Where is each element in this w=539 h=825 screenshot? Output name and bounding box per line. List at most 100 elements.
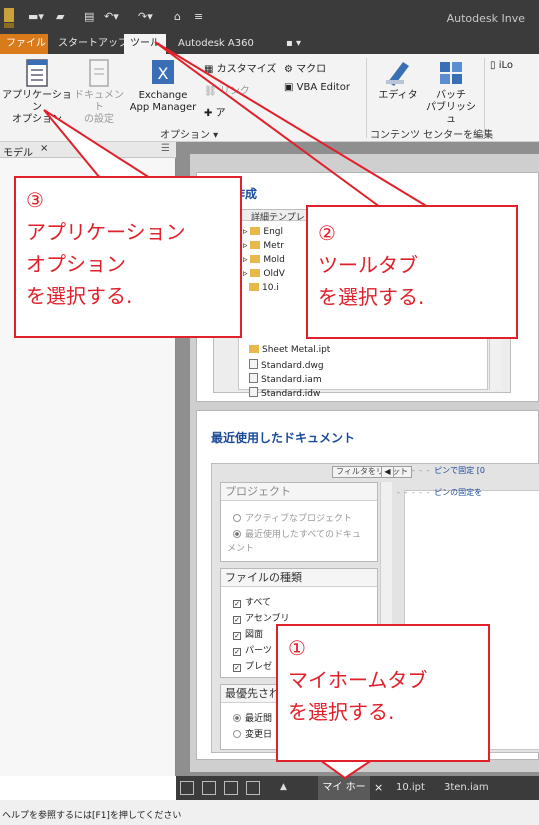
filetype-label: パーツ: [245, 646, 272, 656]
new-icon[interactable]: ▬▾: [28, 10, 44, 23]
customize-label: カスタマイズ: [216, 64, 277, 75]
project-active-radio[interactable]: アクティブなプロジェクト: [233, 511, 352, 524]
add-in-label: ア: [215, 108, 226, 119]
customize-button[interactable]: ▦ カスタマイズ: [204, 60, 276, 75]
filetype-label: すべて: [245, 598, 272, 608]
application-options-button[interactable]: アプリケーション オプション: [2, 58, 72, 126]
title-bar: ▬▾ ▰ ▤ ↶▾ ↷▾ ⌂ ≡ Autodesk Inve: [0, 0, 539, 34]
list-item[interactable]: 10.i: [249, 283, 279, 293]
redo-icon[interactable]: ↷▾: [138, 10, 153, 23]
drawing-file-icon: [249, 359, 258, 369]
recent-documents-title: 最近使用したドキュメント: [211, 431, 356, 445]
pinned-header: - - - - - ピンで固定 [0: [397, 466, 485, 475]
priority-recent-radio[interactable]: 最近間: [233, 711, 272, 724]
expand-icon: ▹: [243, 227, 251, 237]
link-label: リンク: [219, 86, 250, 97]
filetype-presentation-checkbox[interactable]: ✓ プレゼ: [233, 659, 272, 672]
filetype-label: 図面: [245, 630, 264, 640]
document-tabs: ▲ マイ ホーム × 10.ipt 3ten.iam: [176, 776, 539, 817]
application-options-label-1: アプリケーション: [2, 90, 72, 113]
list-item[interactable]: Sheet Metal.ipt: [249, 345, 330, 355]
checkbox-checked-icon: ✓: [233, 664, 241, 672]
link-button[interactable]: ⛓ リンク: [204, 82, 250, 97]
tile-icon[interactable]: [202, 781, 216, 795]
list-item[interactable]: ▹ Mold: [243, 255, 285, 265]
project-all-radio[interactable]: 最近使用したすべてのドキュ: [233, 527, 361, 540]
editor-button[interactable]: エディタ: [374, 56, 422, 102]
close-icon[interactable]: ×: [374, 781, 383, 794]
filetype-label: アセンブリ: [245, 614, 290, 624]
callout-my-home-tab: ① マイホームタブ を選択する.: [276, 624, 490, 762]
list-item[interactable]: ▹ Engl: [243, 227, 283, 237]
sheet-metal-icon: [249, 345, 259, 353]
batch-publish-icon: [440, 62, 462, 84]
list-item[interactable]: Standard.dwg: [249, 359, 324, 371]
svg-text:X: X: [158, 64, 169, 83]
expand-icon: ▹: [243, 269, 251, 279]
document-settings-label-2: の設定: [84, 114, 114, 125]
undo-icon[interactable]: ↶▾: [104, 10, 119, 23]
status-text: ヘルプを参照するには[F1]を押してください: [2, 811, 182, 821]
priority-modified-radio[interactable]: 変更日: [233, 727, 272, 740]
macro-button[interactable]: ⚙ マクロ: [284, 60, 326, 75]
tab-more[interactable]: ▪ ▾: [280, 34, 307, 54]
cascade-icon[interactable]: [180, 781, 194, 795]
collapse-filter-button[interactable]: ◀: [381, 466, 394, 478]
folder-label: OldV: [263, 269, 285, 279]
filetype-drawing-checkbox[interactable]: ✓ 図面: [233, 627, 263, 640]
vba-editor-button[interactable]: ▣ VBA Editor: [284, 82, 350, 93]
list-item[interactable]: ▹ OldV: [243, 269, 285, 279]
tab-3ten-iam[interactable]: 3ten.iam: [444, 782, 489, 793]
model-menu-icon[interactable]: ☰: [161, 143, 170, 154]
tab-file[interactable]: ファイル: [0, 34, 48, 54]
callout2-line2: ツールタブ: [318, 253, 418, 277]
ilogic-button[interactable]: ▯ iLo: [490, 60, 513, 71]
exchange-icon: X: [152, 60, 174, 84]
batch-publish-button[interactable]: バッチ パブリッシュ: [424, 56, 478, 126]
document-settings-button[interactable]: ドキュメント の設定: [72, 58, 126, 126]
unpinned-header: - - - - - ピンの固定を: [397, 488, 483, 497]
radio-icon: [233, 514, 241, 522]
save-icon[interactable]: ▤: [84, 10, 94, 23]
filetype-all-checkbox[interactable]: ✓ すべて: [233, 595, 271, 608]
customize-qa-icon[interactable]: ≡: [194, 10, 203, 23]
list-item[interactable]: ▹ Metr: [243, 241, 284, 251]
add-in-button[interactable]: ✚ ア: [204, 104, 226, 119]
tile-vertical-icon[interactable]: [246, 781, 260, 795]
application-options-icon: [26, 59, 48, 87]
tile-horizontal-icon[interactable]: [224, 781, 238, 795]
model-browser-header: モデル × ☰: [0, 142, 176, 159]
file-label: Standard.dwg: [261, 361, 324, 371]
priority-label: 最近間: [245, 714, 273, 724]
callout1-line1: ①: [288, 636, 306, 660]
app-title: Autodesk Inve: [446, 12, 525, 25]
filetype-part-checkbox[interactable]: ✓ パーツ: [233, 643, 272, 656]
filetype-assembly-checkbox[interactable]: ✓ アセンブリ: [233, 611, 290, 624]
document-settings-label-1: ドキュメント: [74, 90, 124, 113]
tab-startup[interactable]: スタートアップ: [52, 34, 134, 54]
tab-tools[interactable]: ツール: [124, 34, 166, 55]
tab-my-home[interactable]: マイ ホーム: [318, 776, 370, 817]
list-item[interactable]: Standard.idw: [249, 387, 320, 399]
tab-10-ipt[interactable]: 10.ipt: [396, 782, 425, 793]
vba-editor-label: VBA Editor: [296, 82, 350, 93]
open-icon[interactable]: ▰: [56, 10, 64, 23]
project-all-label-cont: メント: [227, 544, 255, 554]
editor-label: エディタ: [378, 90, 418, 101]
folder-icon: [250, 227, 261, 235]
macro-icon: ⚙: [284, 64, 297, 75]
tab-autodesk-a360[interactable]: Autodesk A360: [172, 34, 260, 54]
list-item[interactable]: Standard.iam: [249, 373, 322, 385]
model-close-icon[interactable]: ×: [40, 143, 48, 154]
tab-list-arrow-icon[interactable]: ▲: [280, 782, 287, 792]
file-label: Standard.idw: [261, 389, 321, 399]
folder-icon: [250, 255, 261, 263]
exchange-app-manager-button[interactable]: X Exchange App Manager: [126, 56, 200, 114]
folder-icon: [250, 241, 261, 249]
file-label: 10.i: [262, 283, 279, 293]
project-active-label: アクティブなプロジェクト: [245, 514, 353, 524]
group-label-options[interactable]: オプション ▾: [160, 126, 218, 141]
home-icon[interactable]: ⌂: [174, 10, 181, 23]
macro-label: マクロ: [296, 64, 327, 75]
filetype-label: プレゼ: [245, 662, 273, 672]
